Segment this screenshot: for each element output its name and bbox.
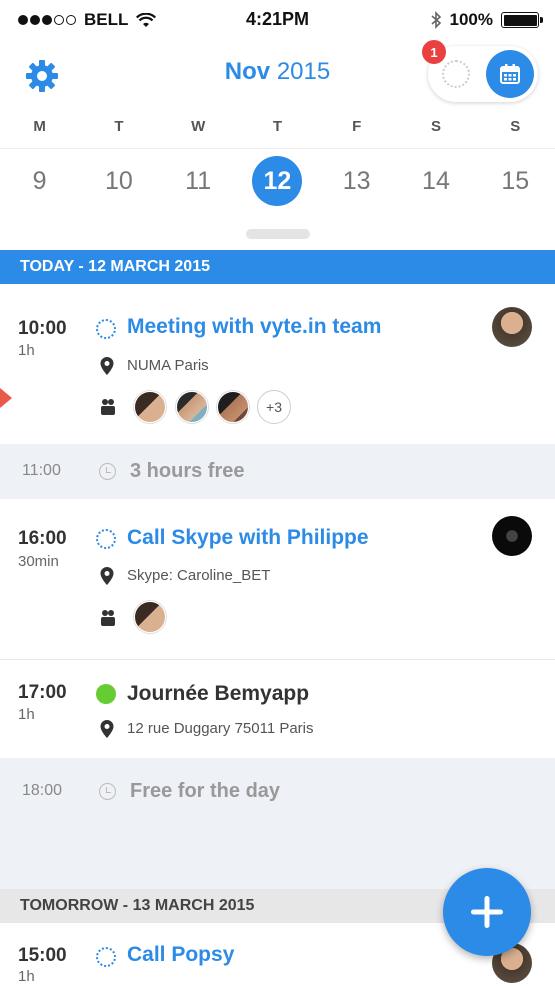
date-cell[interactable]: 13	[317, 155, 396, 207]
people-icon	[101, 399, 115, 415]
people-icon	[101, 610, 115, 626]
add-event-button[interactable]	[443, 868, 531, 956]
date-cell[interactable]: 14	[396, 155, 475, 207]
date-number: 9	[32, 166, 47, 195]
event-title[interactable]: Journée Bemyapp	[127, 682, 309, 706]
event-duration: 1h	[18, 968, 35, 985]
divider	[0, 148, 555, 149]
calendar-view-button[interactable]	[486, 50, 534, 98]
pending-event-icon	[96, 947, 116, 967]
bluetooth-icon	[430, 11, 441, 29]
event-color-dot	[96, 684, 116, 704]
date-cell[interactable]: 15	[476, 155, 555, 207]
date-cell[interactable]: 9	[0, 155, 79, 207]
current-time-marker	[0, 388, 12, 408]
event-title[interactable]: Call Skype with Philippe	[127, 526, 369, 550]
free-slot-time: 11:00	[22, 462, 61, 479]
event-time: 16:00	[18, 528, 67, 549]
date-number: 15	[501, 166, 530, 195]
event-item[interactable]: 17:00 1h Journée Bemyapp 12 rue Duggary …	[0, 660, 555, 758]
date-number: 12	[252, 156, 303, 206]
event-location: 12 rue Duggary 75011 Paris	[127, 720, 314, 737]
attendee-avatar[interactable]	[134, 601, 166, 633]
event-location: Skype: Caroline_BET	[127, 567, 271, 584]
calendar-header: Nov 2015	[0, 40, 555, 110]
event-title[interactable]: Meeting with vyte.in team	[127, 315, 381, 339]
map-pin-icon	[100, 357, 114, 375]
event-title[interactable]: Call Popsy	[127, 943, 234, 967]
weekday-label: W	[191, 118, 206, 135]
event-item[interactable]: 10:00 1h Meeting with vyte.in team NUMA …	[0, 284, 555, 444]
date-number: 10	[104, 166, 133, 195]
clock-icon	[99, 783, 116, 800]
organizer-avatar[interactable]	[492, 516, 532, 556]
attendee-avatar[interactable]	[217, 391, 249, 423]
event-duration: 1h	[18, 706, 35, 723]
weekday-label: M	[33, 118, 46, 135]
event-duration: 30min	[18, 553, 59, 570]
date-cell[interactable]: 11	[159, 155, 238, 207]
event-item[interactable]: 16:00 30min Call Skype with Philippe Sky…	[0, 499, 555, 659]
event-time: 15:00	[18, 945, 67, 966]
free-slots-icon[interactable]	[442, 60, 470, 88]
free-slot[interactable]: 18:00 Free for the day	[0, 758, 555, 889]
battery-icon	[501, 12, 543, 28]
weekday-label: T	[114, 118, 124, 135]
plus-icon	[471, 896, 503, 928]
calendar-icon	[500, 64, 520, 84]
section-header-today: TODAY - 12 MARCH 2015	[0, 250, 555, 284]
weekday-row: M T W T F S S	[0, 118, 555, 140]
attendee-avatar[interactable]	[176, 391, 208, 423]
event-time: 10:00	[18, 318, 67, 339]
date-cell[interactable]: 10	[79, 155, 158, 207]
attendee-avatar[interactable]	[134, 391, 166, 423]
notification-badge[interactable]: 1	[422, 40, 446, 64]
free-slot-time: 18:00	[22, 782, 63, 799]
pending-event-icon	[96, 529, 116, 549]
free-slot-label: 3 hours free	[130, 460, 245, 482]
event-time: 17:00	[18, 682, 67, 703]
weekday-label: F	[352, 118, 362, 135]
status-bar: BELL 4:21PM 100%	[0, 0, 555, 40]
organizer-avatar[interactable]	[492, 307, 532, 347]
weekday-label: S	[510, 118, 521, 135]
date-cell-selected[interactable]: 12	[238, 155, 317, 207]
map-pin-icon	[100, 720, 114, 738]
year-label: 2015	[276, 58, 331, 85]
event-duration: 1h	[18, 342, 35, 359]
date-number: 13	[342, 166, 371, 195]
free-slot[interactable]: 11:00 3 hours free	[0, 444, 555, 499]
drag-handle[interactable]	[246, 229, 310, 239]
pending-event-icon	[96, 319, 116, 339]
month-label: Nov	[224, 58, 271, 85]
more-attendees-badge[interactable]: +3	[257, 390, 291, 424]
weekday-label: S	[430, 118, 441, 135]
date-number: 14	[422, 166, 450, 195]
battery-label: 100%	[449, 10, 493, 29]
free-slot-label: Free for the day	[130, 780, 281, 802]
status-right: 100%	[430, 10, 543, 30]
clock-icon	[99, 463, 116, 480]
date-number: 11	[185, 166, 212, 195]
event-location: NUMA Paris	[127, 357, 209, 374]
date-row: 9 10 11 12 13 14 15	[0, 155, 555, 207]
map-pin-icon	[100, 567, 114, 585]
weekday-label: T	[272, 118, 283, 135]
